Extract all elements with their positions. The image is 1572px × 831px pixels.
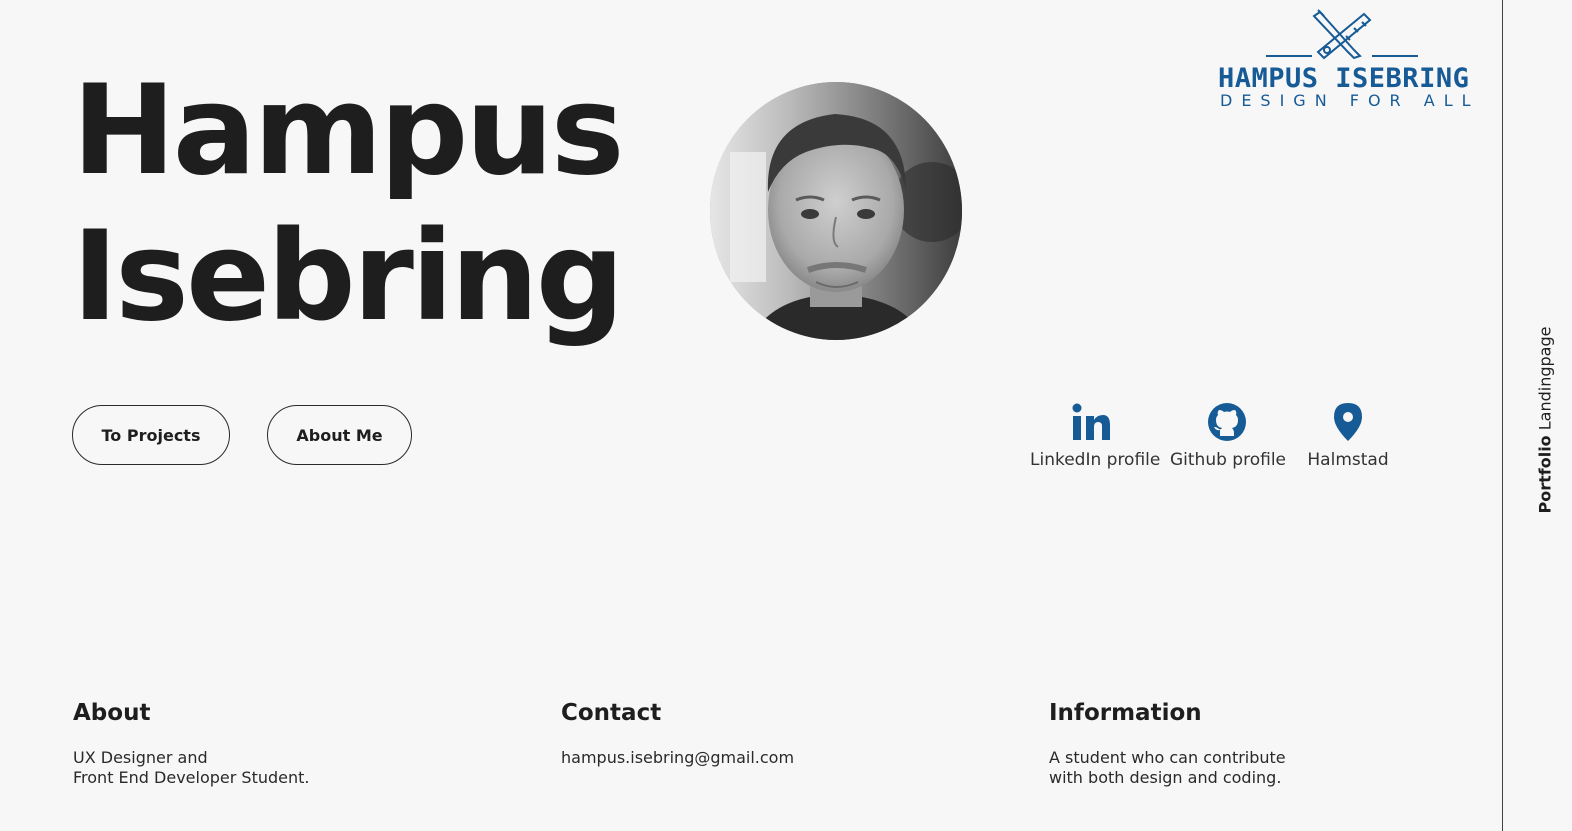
hero-first-name: Hampus bbox=[72, 59, 625, 203]
location-label: Halmstad bbox=[1307, 450, 1389, 470]
about-me-button[interactable]: About Me bbox=[267, 405, 412, 465]
to-projects-button[interactable]: To Projects bbox=[72, 405, 230, 465]
footer-contact-heading: Contact bbox=[561, 700, 662, 726]
page-section-label: Portfolio Landingpage bbox=[1536, 327, 1555, 514]
profile-photo bbox=[710, 82, 962, 340]
logo-rule-left bbox=[1266, 55, 1312, 57]
hero-title: Hampus Isebring bbox=[72, 58, 625, 350]
sidebar-divider bbox=[1502, 0, 1503, 831]
profile-photo-illustration bbox=[710, 82, 962, 340]
brand-logo[interactable]: HAMPUS ISEBRING DESIGN FOR ALL bbox=[1214, 6, 1471, 110]
github-icon bbox=[1208, 403, 1246, 441]
page-section-label-bold: Portfolio bbox=[1535, 435, 1555, 514]
footer-about: About UX Designer and Front End Develope… bbox=[73, 698, 310, 788]
logo-rule-right bbox=[1372, 55, 1418, 57]
footer-information-line: A student who can contribute bbox=[1049, 748, 1286, 767]
footer-information: Information A student who can contribute… bbox=[1049, 698, 1286, 788]
footer-information-text: A student who can contribute with both d… bbox=[1049, 748, 1286, 788]
logo-name: HAMPUS ISEBRING bbox=[1218, 63, 1470, 94]
footer-about-heading: About bbox=[73, 700, 151, 726]
linkedin-icon bbox=[1072, 403, 1110, 440]
footer-about-text: UX Designer and Front End Developer Stud… bbox=[73, 748, 310, 788]
footer-about-line: Front End Developer Student. bbox=[73, 768, 310, 787]
logo-tagline: DESIGN FOR ALL bbox=[1220, 91, 1480, 110]
linkedin-link[interactable]: LinkedIn profile bbox=[1030, 400, 1160, 470]
landing-page: Hampus Isebring HAMPUS ISEBRING DESIGN F… bbox=[0, 0, 1572, 831]
footer-information-heading: Information bbox=[1049, 700, 1202, 726]
location-link[interactable]: Halmstad bbox=[1304, 400, 1392, 470]
location-pin-icon bbox=[1334, 403, 1362, 441]
linkedin-label: LinkedIn profile bbox=[1030, 450, 1161, 470]
contact-email-link[interactable]: hampus.isebring@gmail.com bbox=[561, 748, 794, 768]
pencil-ruler-icon bbox=[1312, 9, 1372, 60]
github-link[interactable]: Github profile bbox=[1170, 400, 1287, 470]
hero-last-name: Isebring bbox=[72, 205, 624, 349]
footer-information-line: with both design and coding. bbox=[1049, 768, 1282, 787]
page-section-label-regular: Landingpage bbox=[1535, 326, 1555, 431]
footer-about-line: UX Designer and bbox=[73, 748, 208, 767]
github-label: Github profile bbox=[1170, 450, 1287, 470]
footer-contact: Contact hampus.isebring@gmail.com bbox=[561, 698, 794, 768]
